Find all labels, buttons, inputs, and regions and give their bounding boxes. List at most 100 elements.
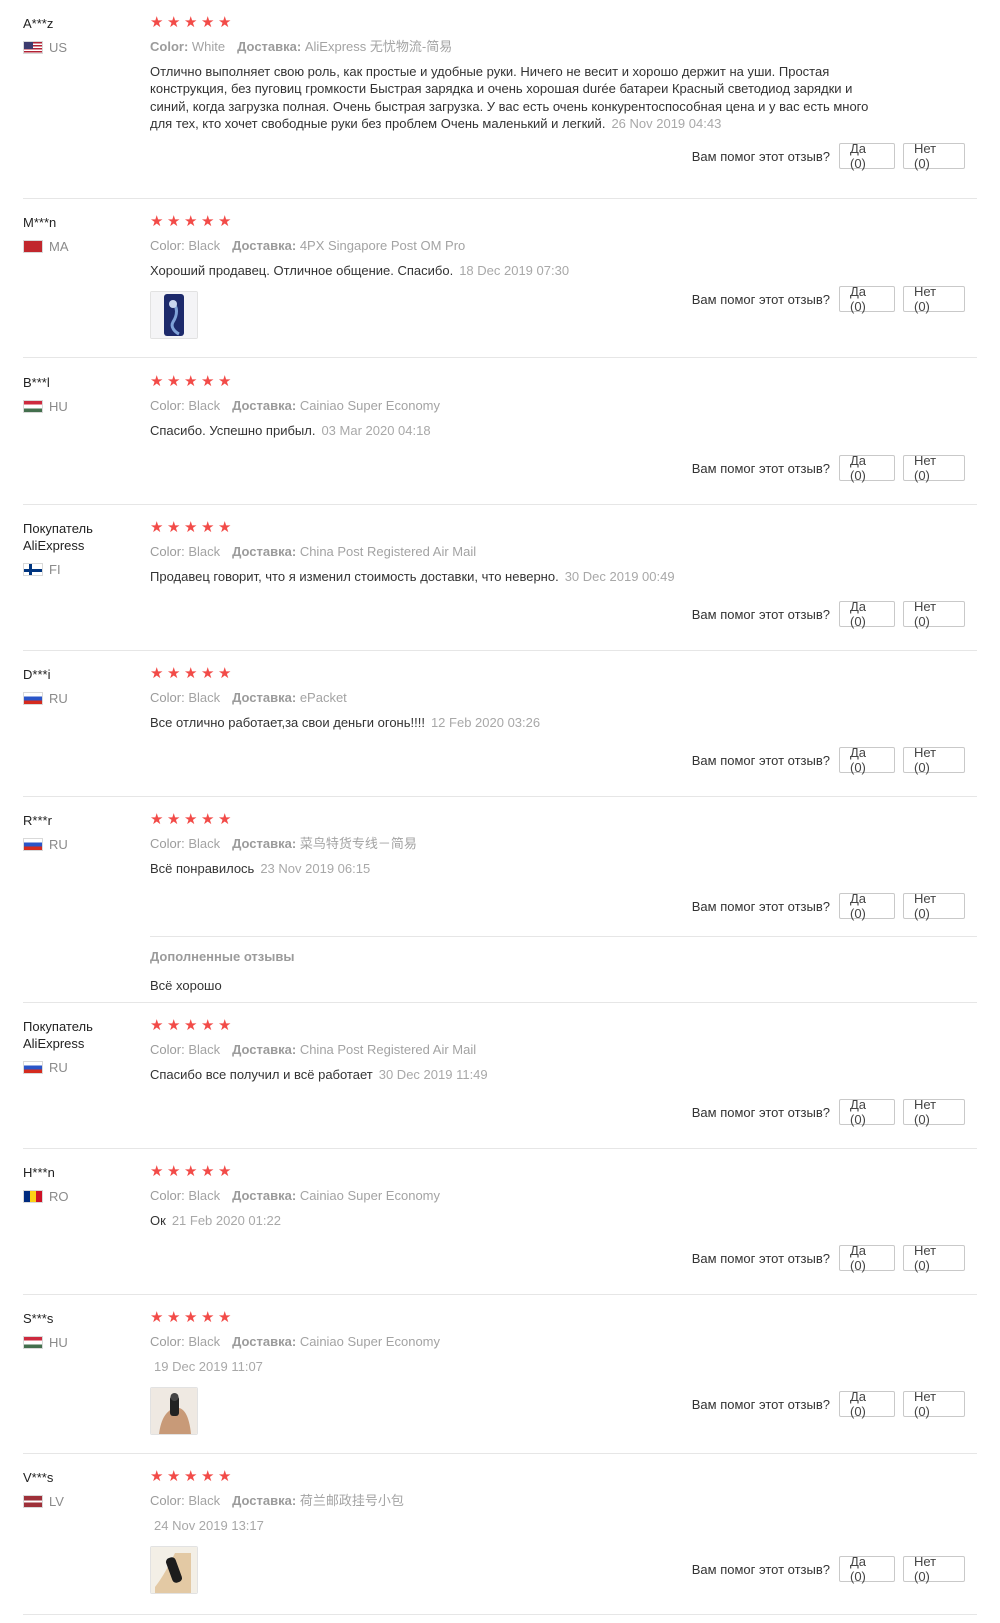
reviewer-country: RO [23,1189,133,1204]
vote-no-button[interactable]: Нет (0) [903,1097,965,1127]
review-photo-thumbnail[interactable] [150,291,198,340]
order-meta: Color: Black Доставка: 4PX Singapore Post… [150,238,880,254]
review-body: Всё понравилось [150,861,255,876]
reviewer-country: RU [23,837,133,852]
divider [23,1614,977,1615]
review-date: 24 Nov 2019 13:17 [154,1518,264,1533]
color-label: Color: [150,238,185,253]
vote-yes-button[interactable]: Да (0) [839,1243,895,1273]
star-icon: ★ [184,519,199,536]
vote-yes-button[interactable]: Да (0) [839,141,895,171]
reviews-list: A***z US ★ ★ ★ ★ ★ Color: White Доставка: Ali… [0,0,1000,1623]
vote-no-button[interactable]: Нет (0) [903,745,965,775]
star-icon: ★ [201,1017,216,1034]
star-icon: ★ [218,1163,233,1180]
review-body: Хороший продавец. Отличное общение. Спас… [150,263,454,278]
review-body: Ок [150,1213,166,1228]
vote-yes-button[interactable]: Да (0) [839,1097,895,1127]
earphone-photo-icon [151,292,197,339]
review-text: Ок 21 Feb 2020 01:22 [150,1212,880,1229]
reviewer-country: US [23,40,133,55]
ro-flag-icon [23,1190,43,1203]
review-content: ★ ★ ★ ★ ★ Color: Black Доставка: 菜鸟特货专线－简易 Вс… [150,812,880,877]
order-meta: Color: Black Доставка: 荷兰邮政挂号小包 [150,1493,880,1509]
earphone-photo-icon [151,1388,197,1435]
helpful-vote: Вам помог этот отзыв? Да (0) Нет (0) [692,453,965,483]
reviewer: Покупатель AliExpress RU [23,1018,133,1075]
star-icon: ★ [218,665,233,682]
helpful-question: Вам помог этот отзыв? [691,1250,830,1266]
order-meta: Color: Black Доставка: Cainiao Super Econ… [150,1334,880,1350]
color-value: Black [188,1188,221,1203]
vote-no-button[interactable]: Нет (0) [903,284,965,314]
star-icon: ★ [201,1309,216,1326]
vote-no-button[interactable]: Нет (0) [903,599,965,629]
vote-yes-button[interactable]: Да (0) [839,284,895,314]
delivery-value: China Post Registered Air Mail [299,544,477,559]
star-icon: ★ [184,1468,199,1485]
vote-no-button[interactable]: Нет (0) [903,1243,965,1273]
additional-feedback-text: Всё хорошо [150,978,222,993]
reviewer-name: V***s [23,1470,54,1485]
vote-no-button[interactable]: Нет (0) [903,1554,965,1584]
vote-yes-button[interactable]: Да (0) [839,453,895,483]
review-content: ★ ★ ★ ★ ★ Color: Black Доставка: 4PX Singapor… [150,214,880,340]
helpful-vote: Вам помог этот отзыв? Да (0) Нет (0) [692,1389,965,1419]
reviewer-country: FI [23,562,133,577]
delivery-value: Cainiao Super Economy [299,1188,441,1203]
review-date: 03 Mar 2020 04:18 [321,423,431,438]
review-content: ★ ★ ★ ★ ★ Color: Black Доставка: ePacket Все … [150,666,880,731]
order-meta: Color: Black Доставка: 菜鸟特货专线－简易 [150,836,880,852]
star-icon: ★ [150,811,165,828]
star-icon: ★ [218,1309,233,1326]
vote-no-button[interactable]: Нет (0) [903,1389,965,1419]
reviewer-country: MA [23,239,133,254]
order-meta: Color: Black Доставка: China Post Registe… [150,1042,880,1058]
review-date: 30 Dec 2019 11:49 [378,1067,488,1082]
reviewer-name: D***i [23,667,51,682]
vote-yes-button[interactable]: Да (0) [839,891,895,921]
star-icon: ★ [201,14,216,31]
vote-no-button[interactable]: Нет (0) [903,141,965,171]
star-icon: ★ [167,373,182,390]
reviewer-name: Покупатель AliExpress [23,1019,93,1051]
delivery-label: Доставка: [232,1042,297,1057]
delivery-label: Доставка: [232,238,297,253]
vote-no-button[interactable]: Нет (0) [903,453,965,483]
color-label: Color: [150,398,185,413]
vote-yes-button[interactable]: Да (0) [839,745,895,775]
star-icon: ★ [167,14,182,31]
review-date: 18 Dec 2019 07:30 [459,263,570,278]
rating-stars: ★ ★ ★ ★ ★ [150,374,880,390]
hu-flag-icon [23,1336,43,1349]
review-content: ★ ★ ★ ★ ★ Color: Black Доставка: Cainiao Supe… [150,1164,880,1229]
color-value: Black [188,836,221,851]
review-body: Продавец говорит, что я изменил стоимост… [150,569,559,584]
star-icon: ★ [184,1017,199,1034]
earphone-photo-icon [151,1547,197,1594]
vote-no-button[interactable]: Нет (0) [903,891,965,921]
reviewer-country: RU [23,691,133,706]
color-value: White [191,39,226,54]
vote-yes-button[interactable]: Да (0) [839,1554,895,1584]
reviewer: H***n RO [23,1164,133,1204]
review-text: Хороший продавец. Отличное общение. Спас… [150,262,880,279]
vote-yes-button[interactable]: Да (0) [839,1389,895,1419]
rating-stars: ★ ★ ★ ★ ★ [150,812,880,828]
star-icon: ★ [201,519,216,536]
country-code: RU [49,1060,68,1075]
star-icon: ★ [167,1017,182,1034]
star-icon: ★ [150,1163,165,1180]
country-code: FI [49,562,61,577]
delivery-label: Доставка: [232,398,297,413]
delivery-label: Доставка: [232,1334,297,1349]
star-icon: ★ [218,1017,233,1034]
star-icon: ★ [218,811,233,828]
review-text: Спасибо все получил и всё работает 30 Dec… [150,1066,880,1083]
review-photo-thumbnail[interactable] [150,1546,198,1595]
color-label: Color: [150,1188,185,1203]
helpful-question: Вам помог этот отзыв? [691,606,830,622]
review-date: 12 Feb 2020 03:26 [430,715,541,730]
review-photo-thumbnail[interactable] [150,1387,198,1436]
vote-yes-button[interactable]: Да (0) [839,599,895,629]
